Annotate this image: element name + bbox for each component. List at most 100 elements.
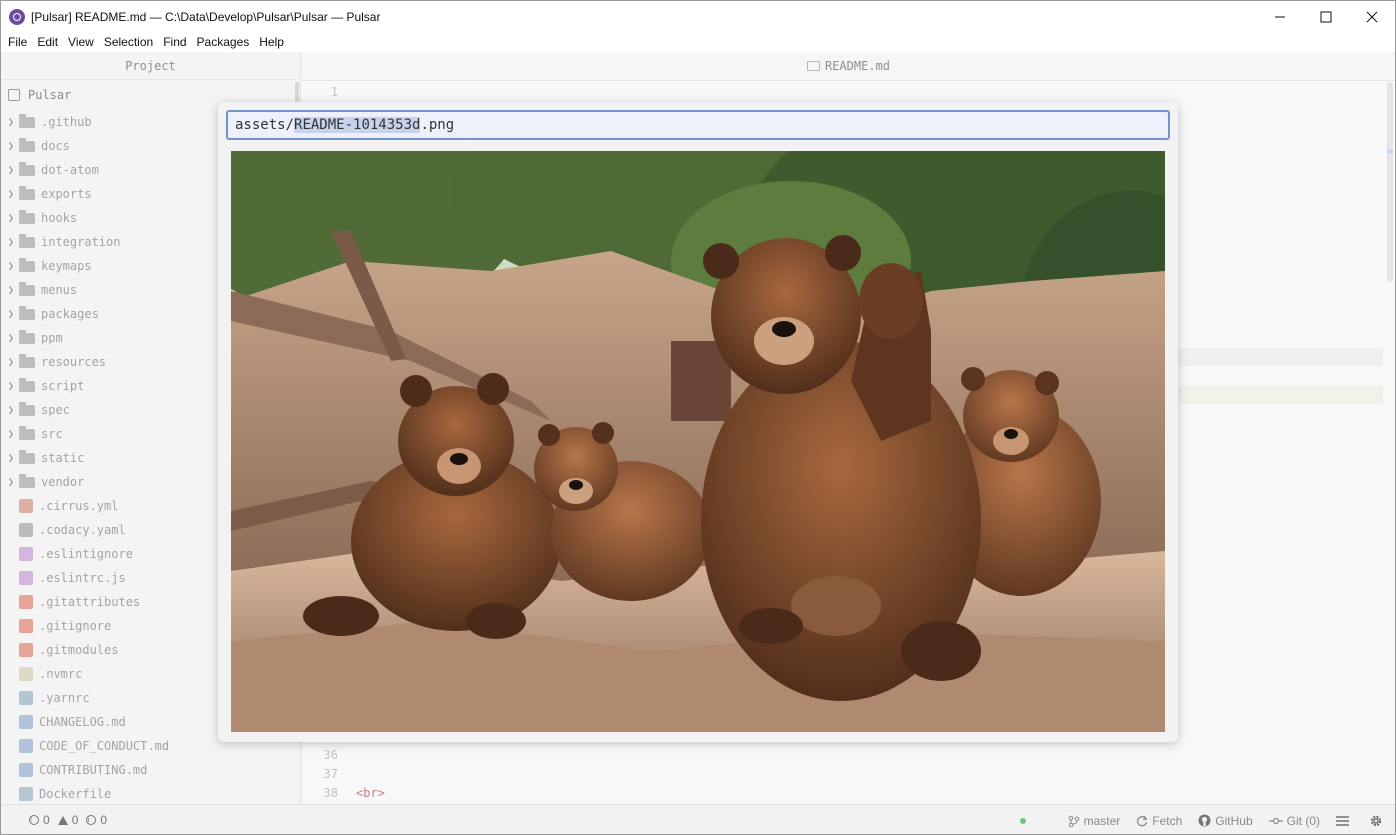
tree-item-label: .codacy.yaml [39,523,126,537]
errors-count: ! 0 [29,813,50,827]
tree-item-label: CODE_OF_CONDUCT.md [39,739,170,753]
folder-icon [19,330,35,344]
tree-file[interactable]: Dockerfile [1,782,300,804]
tree-item-label: resources [41,355,107,369]
code-line[interactable]: <br> [356,786,385,800]
status-bar: ! 0 0 i0 master Fetch GitHub Git (0) [1,804,1395,834]
tree-item-label: .eslintignore [39,547,133,561]
editor-scrollbar[interactable] [1387,82,1393,282]
warning-icon [57,815,68,825]
close-button[interactable] [1349,1,1395,32]
menu-selection[interactable]: Selection [104,35,153,49]
folder-icon [19,426,35,440]
folder-icon [19,402,35,416]
menu-view[interactable]: View [68,35,94,49]
tab-bar: README.md [302,52,1395,81]
menu-packages[interactable]: Packages [197,35,250,49]
codacy-icon [19,523,33,537]
chevron-right-icon: ❯ [7,476,15,488]
tree-item-label: docs [41,139,70,153]
path-prefix: assets/ [235,117,295,133]
chevron-right-icon: ❯ [7,164,15,176]
line-number: 36 [323,748,338,762]
book-icon [806,61,820,71]
folder-icon [19,186,35,200]
error-icon: ! [29,815,39,825]
list-menu-button[interactable] [1336,815,1353,827]
chevron-right-icon: ❯ [7,188,15,200]
tree-item-label: hooks [41,211,78,225]
yaml-icon [19,499,33,513]
title-bar: [Pulsar] README.md — C:\Data\Develop\Pul… [1,1,1395,32]
chevron-right-icon: ❯ [7,452,15,464]
gear-icon [1370,815,1382,826]
diagnostics-summary[interactable]: ! 0 0 i0 [29,813,115,827]
folder-icon [19,138,35,152]
chevron-right-icon: ❯ [7,404,15,416]
folder-icon [19,354,35,368]
tree-item-label: static [41,451,85,465]
tree-file[interactable]: CONTRIBUTING.md [1,758,300,782]
chevron-right-icon: ❯ [7,428,15,440]
chevron-right-icon: ❯ [7,308,15,320]
markdown-icon [19,715,33,729]
tree-item-label: .cirrus.yml [39,499,119,513]
chevron-right-icon: ❯ [7,356,15,368]
git-button[interactable]: Git (0) [1268,814,1320,828]
scrollbar-marker [1387,150,1393,153]
maximize-icon [1320,11,1332,22]
tree-item-label: .nvmrc [39,667,83,681]
path-selection: README-1014353d [294,117,421,133]
folder-icon [19,450,35,464]
tree-item-label: .gitattributes [39,595,141,609]
menu-help[interactable]: Help [259,35,284,49]
pulsar-window: [Pulsar] README.md — C:\Data\Develop\Pul… [0,0,1396,835]
chevron-right-icon: ❯ [7,116,15,128]
tree-item-label: dot-atom [41,163,99,177]
fetch-button[interactable]: Fetch [1136,814,1182,828]
status-right: master Fetch GitHub Git (0) [1019,805,1387,834]
markdown-icon [19,763,33,777]
menu-file[interactable]: File [8,35,27,49]
folder-icon [19,258,35,272]
repo-icon [8,89,20,101]
tree-item-label: .gitignore [39,619,112,633]
tab-readme[interactable]: README.md [806,59,890,73]
github-button[interactable]: GitHub [1198,814,1253,828]
folder-icon [19,114,35,128]
yarn-icon [19,691,33,705]
tree-header[interactable]: Project [1,52,300,80]
tree-item-label: menus [41,283,78,297]
branch-button[interactable]: master [1068,814,1120,828]
tree-item-label: .gitmodules [39,643,119,657]
tree-item-label: CHANGELOG.md [39,715,126,729]
tree-item-label: .yarnrc [39,691,90,705]
menu-edit[interactable]: Edit [37,35,58,49]
line-number: 37 [323,767,338,781]
path-input[interactable]: assets/README-1014353d .png [226,110,1170,140]
docker-icon [19,787,33,801]
line-number: 1 [330,85,338,99]
tree-item-label: Dockerfile [39,787,112,801]
settings-button[interactable] [1369,814,1387,828]
git-icon [19,595,33,609]
menu-find[interactable]: Find [163,35,186,49]
chevron-right-icon: ❯ [7,212,15,224]
maximize-button[interactable] [1303,1,1349,32]
tree-item-label: ppm [41,331,63,345]
eslint-icon [19,547,33,561]
tree-item-label: exports [41,187,92,201]
tree-item-label: CONTRIBUTING.md [39,763,148,777]
folder-icon [19,282,35,296]
minimize-button[interactable] [1257,1,1303,32]
menu-bar: File Edit View Selection Find Packages H… [1,32,1395,52]
folder-icon [19,210,35,224]
folder-icon [19,162,35,176]
tree-root-label: Pulsar [28,88,72,102]
tree-item-label: .eslintrc.js [39,571,126,585]
line-number: 38 [323,786,338,800]
bears-photo [231,151,1165,732]
tree-item-label: src [41,427,63,441]
git-commit-icon [1268,817,1283,824]
tree-item-label: keymaps [41,259,92,273]
